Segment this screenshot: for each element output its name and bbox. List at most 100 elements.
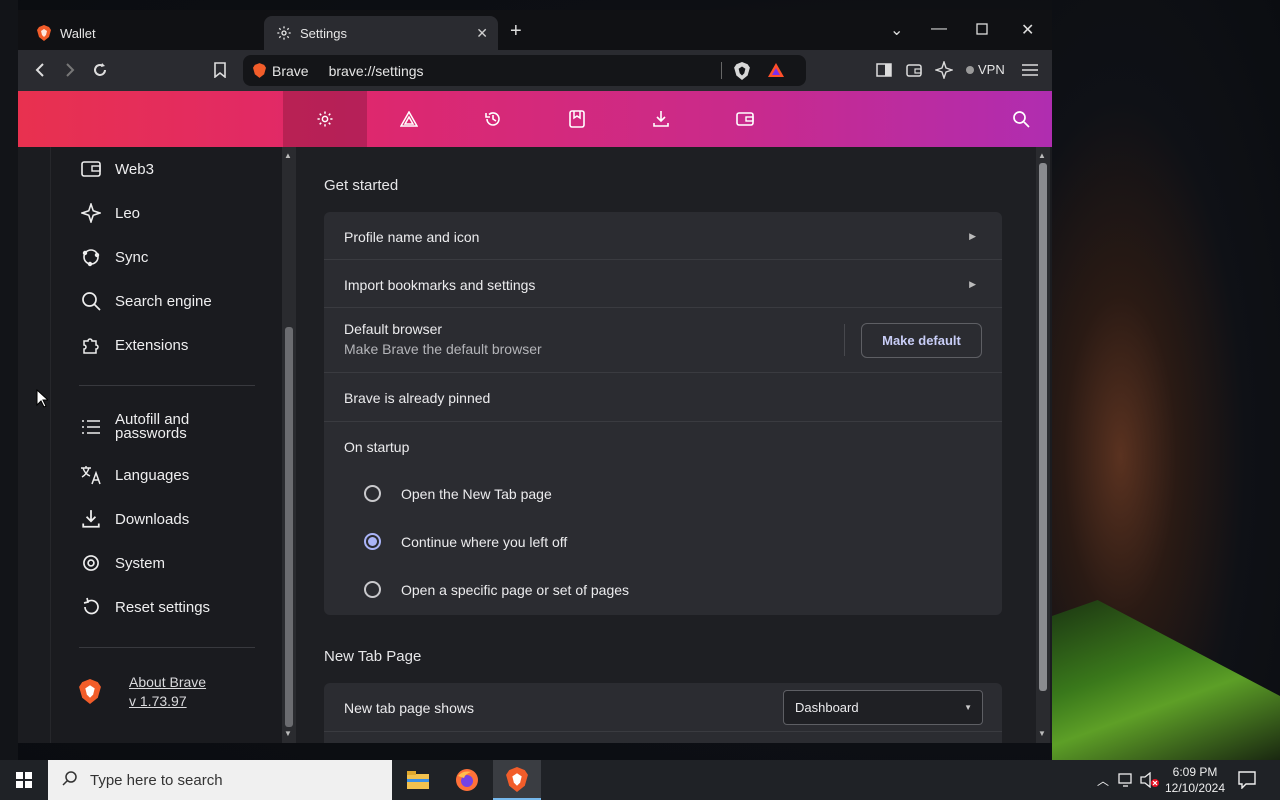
sidebar-item-languages[interactable]: Languages [79,463,189,487]
sidebar-item-web3[interactable]: Web3 [79,157,154,181]
row-label: Brave is already pinned [344,390,491,406]
taskbar-search-box[interactable]: Type here to search [48,760,392,800]
notifications-icon[interactable] [1238,771,1256,794]
sidebar-item-label: Web3 [115,160,154,178]
vpn-button[interactable]: VPN [966,62,1005,77]
settings-sidebar: Web3 Leo Sync Search engine Extensions A… [50,147,282,743]
row-label: Profile name and icon [344,229,480,245]
address-divider [721,62,722,79]
get-started-card: Profile name and icon ▶ Import bookmarks… [324,212,1002,615]
settings-nav-gear-icon[interactable] [283,91,367,147]
sidebar-item-system[interactable]: System [79,551,165,575]
tab-label: Settings [300,25,347,41]
sidebar-item-label: Languages [115,466,190,484]
chevron-up-icon[interactable]: ︿ [1097,772,1109,789]
forward-icon[interactable] [60,60,80,80]
startup-option-specific-pages[interactable]: Open a specific page or set of pages [364,581,629,598]
address-bar[interactable]: Brave brave://settings [243,55,806,86]
radio-button[interactable] [364,581,381,598]
sparkle-icon [79,201,103,225]
firefox-icon[interactable] [443,760,491,800]
vpn-status-icon [966,65,974,74]
desktop-left-strip [0,0,18,760]
scroll-down-icon[interactable]: ▼ [1038,729,1046,738]
tab-search-chevron-icon[interactable]: ⌄ [890,20,903,40]
about-brave-link[interactable]: About Brave [129,673,206,692]
brave-shields-icon[interactable] [734,62,750,85]
scroll-up-icon[interactable]: ▲ [284,151,292,160]
sidebar-item-sync[interactable]: Sync [79,245,148,269]
scrollbar-thumb[interactable] [285,327,293,727]
history-nav-icon[interactable] [451,91,535,147]
settings-content: Web3 Leo Sync Search engine Extensions A… [18,147,1052,743]
startup-option-continue[interactable]: Continue where you left off [364,533,567,550]
file-explorer-icon[interactable] [394,760,442,800]
menu-icon[interactable] [1020,60,1040,80]
minimize-icon[interactable]: — [931,20,947,38]
sidebar-item-reset[interactable]: Reset settings [79,595,210,619]
sidebar-item-extensions[interactable]: Extensions [79,333,188,357]
radio-label: Open the New Tab page [401,485,552,502]
make-default-button[interactable]: Make default [861,323,982,358]
network-icon[interactable] [1118,772,1136,793]
wallet-nav-icon[interactable] [703,91,787,147]
row-label: Import bookmarks and settings [344,277,536,293]
maximize-icon[interactable] [976,22,988,40]
site-chip[interactable]: Brave [253,63,309,79]
profile-row[interactable]: Profile name and icon ▶ [324,212,1002,260]
sidebar-item-downloads[interactable]: Downloads [79,507,189,531]
sidebar-toggle-icon[interactable] [874,60,894,80]
new-tab-button[interactable]: + [510,20,522,43]
sidebar-item-label: Downloads [115,510,190,528]
caret-down-icon: ▼ [964,703,972,712]
radio-label: Open a specific page or set of pages [401,581,630,598]
new-tab-shows-select[interactable]: Dashboard ▼ [783,690,983,725]
radio-button-selected[interactable] [364,533,381,550]
brave-taskbar-icon[interactable] [493,760,541,800]
reload-icon[interactable] [90,60,110,80]
tab-settings[interactable]: Settings ✕ [264,16,498,50]
sidebar-item-search-engine[interactable]: Search engine [79,289,212,313]
sync-icon [79,245,103,269]
new-tab-page-card: New tab page shows Dashboard ▼ [324,683,1002,743]
toolbar: Brave brave://settings VPN [18,50,1052,91]
import-row[interactable]: Import bookmarks and settings ▶ [324,260,1002,308]
brave-lion-icon [253,63,266,78]
list-icon [79,415,103,439]
tab-wallet[interactable]: Wallet [24,16,260,50]
taskbar-clock[interactable]: 6:09 PM 12/10/2024 [1160,764,1230,796]
wallet-icon[interactable] [904,60,924,80]
pinned-row: Brave is already pinned [324,373,1002,422]
back-icon[interactable] [30,60,50,80]
search-settings-icon[interactable] [979,91,1052,147]
radio-button[interactable] [364,485,381,502]
site-label: Brave [272,62,309,79]
startup-option-new-tab[interactable]: Open the New Tab page [364,485,552,502]
version-link[interactable]: v 1.73.97 [129,692,206,711]
main-scrollbar[interactable]: ▲ ▼ [1036,147,1050,743]
downloads-nav-icon[interactable] [619,91,703,147]
close-tab-icon[interactable]: ✕ [476,25,488,42]
windows-start-icon[interactable] [0,760,48,800]
new-tab-shows-row: New tab page shows Dashboard ▼ [324,683,1002,732]
chevron-right-icon: ▶ [969,231,976,241]
sidebar-item-autofill[interactable]: Autofill and passwords [79,412,215,441]
rewards-nav-icon[interactable] [367,91,451,147]
scroll-up-icon[interactable]: ▲ [1038,151,1046,160]
volume-muted-icon[interactable] [1140,771,1160,793]
search-icon [62,770,78,791]
scroll-down-icon[interactable]: ▼ [284,729,292,738]
about-brave: About Brave v 1.73.97 [79,673,206,711]
sidebar-scrollbar[interactable]: ▲ ▼ [282,147,296,743]
leo-ai-icon[interactable] [934,60,954,80]
bookmark-icon[interactable] [210,60,230,80]
scrollbar-thumb[interactable] [1039,163,1047,691]
bookmarks-nav-icon[interactable] [535,91,619,147]
sidebar-item-leo[interactable]: Leo [79,201,140,225]
settings-main: Get started Profile name and icon ▶ Impo… [296,147,1036,743]
url-text[interactable]: brave://settings [329,63,424,79]
download-icon [79,507,103,531]
on-startup-row: On startup Open the New Tab page Continu… [324,422,1002,615]
close-window-icon[interactable]: ✕ [1021,20,1034,40]
brave-rewards-icon[interactable] [767,62,785,83]
